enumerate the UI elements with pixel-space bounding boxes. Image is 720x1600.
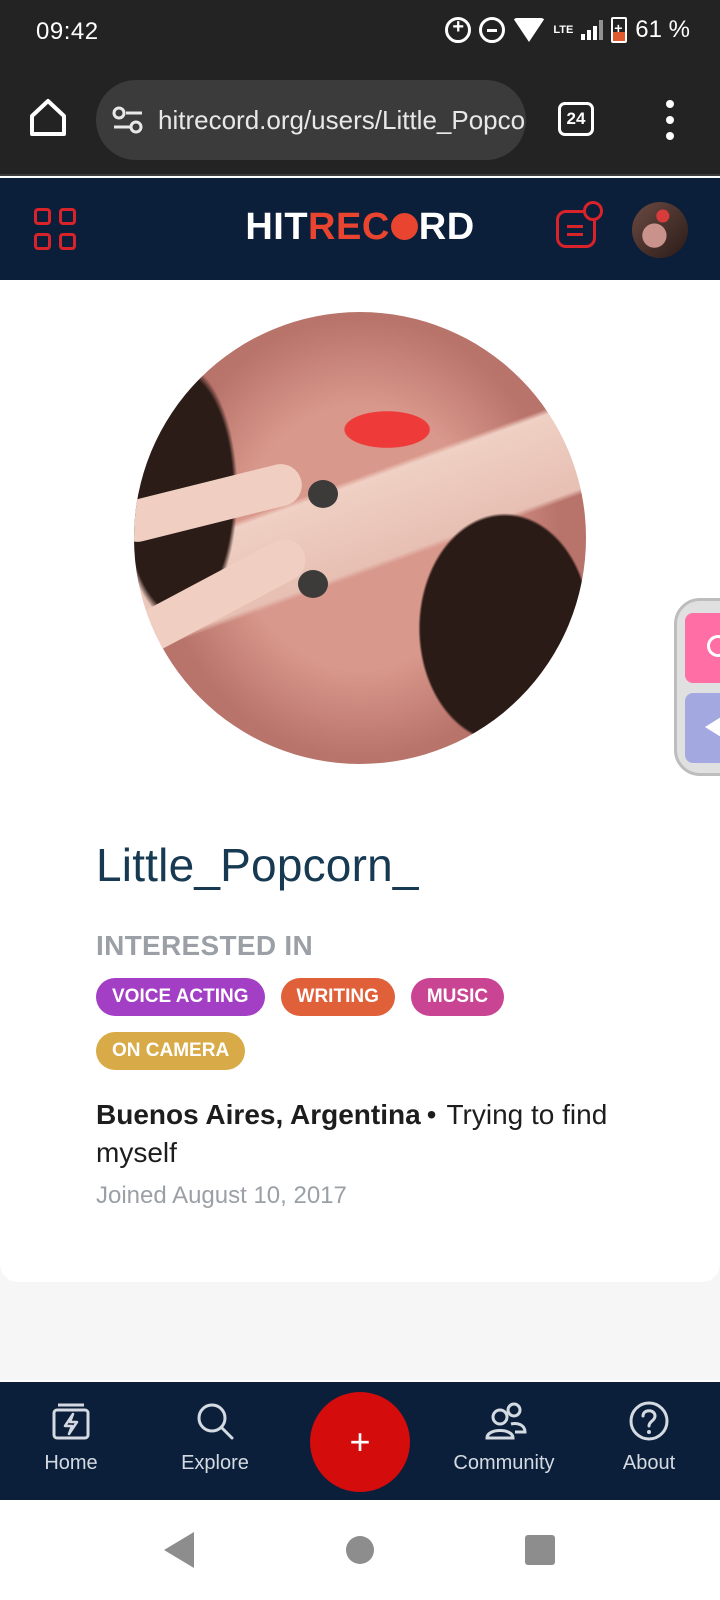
photo-detail xyxy=(134,531,313,659)
dnd-icon xyxy=(479,17,506,43)
zoom-icon[interactable] xyxy=(685,613,720,683)
tag-voice-acting[interactable]: VOICE ACTING xyxy=(96,978,265,1016)
username: Little_Popcorn_ xyxy=(96,839,419,891)
logo-part-rd: RD xyxy=(418,206,475,248)
site-header: HITREC RD xyxy=(0,178,720,280)
nav-label: Home xyxy=(44,1452,98,1474)
separator: • xyxy=(426,1099,437,1130)
notifications-icon[interactable] xyxy=(556,201,603,248)
home-icon[interactable] xyxy=(26,96,70,140)
interests-heading: INTERESTED IN xyxy=(96,930,314,961)
network-type: LTE xyxy=(553,24,574,36)
photo-detail xyxy=(298,570,328,598)
system-recents-icon[interactable] xyxy=(525,1535,555,1565)
help-icon xyxy=(628,1400,670,1442)
joined-date: Joined August 10, 2017 xyxy=(96,1182,347,1209)
logo-part-rec: REC xyxy=(308,206,390,248)
nav-home[interactable]: Home xyxy=(1,1400,141,1475)
nav-about[interactable]: About xyxy=(579,1400,719,1475)
home-bolt-icon xyxy=(50,1400,92,1442)
signal-icon xyxy=(581,20,604,40)
logo-part-hit: HIT xyxy=(245,206,309,248)
sync-icon xyxy=(445,16,472,43)
system-nav-bar xyxy=(0,1500,720,1600)
community-icon xyxy=(483,1400,527,1442)
address-bar[interactable]: hitrecord.org/users/Little_Popcorn_ xyxy=(96,80,526,160)
floating-widget[interactable] xyxy=(674,598,720,776)
logo-dot-icon xyxy=(390,213,418,240)
tabs-icon[interactable]: 24 xyxy=(558,102,594,136)
status-time: 09:42 xyxy=(36,18,99,45)
battery-level: 61 % xyxy=(635,16,690,43)
status-icons: LTE 61 % xyxy=(445,16,690,44)
wifi-icon xyxy=(513,18,546,42)
search-icon xyxy=(194,1400,236,1442)
logo[interactable]: HITREC RD xyxy=(0,206,720,249)
photo-detail xyxy=(134,459,307,547)
add-record-button[interactable]: + xyxy=(310,1392,410,1492)
avatar[interactable] xyxy=(632,202,688,258)
profile-bio: Buenos Aires, Argentina • Trying to find m… xyxy=(96,1096,616,1172)
profile-photo xyxy=(134,312,586,764)
browser-toolbar: hitrecord.org/users/Little_Popcorn_ 24 xyxy=(0,64,720,176)
nav-label: Community xyxy=(453,1452,555,1474)
tag-writing[interactable]: WRITING xyxy=(280,978,395,1016)
tag-on-camera[interactable]: ON CAMERA xyxy=(96,1032,246,1070)
back-arrow-icon[interactable] xyxy=(685,693,720,763)
nav-explore[interactable]: Explore xyxy=(145,1400,285,1475)
system-home-icon[interactable] xyxy=(346,1536,374,1564)
nav-label: Explore xyxy=(181,1452,249,1474)
location: Buenos Aires, Argentina xyxy=(96,1099,421,1130)
photo-detail xyxy=(308,480,338,508)
interest-tags: VOICE ACTING WRITING MUSIC ON CAMERA xyxy=(96,978,616,1070)
url-text[interactable]: hitrecord.org/users/Little_Popcorn_ xyxy=(158,105,526,136)
nav-community[interactable]: Community xyxy=(434,1400,574,1475)
status-bar: 09:42 LTE 61 % xyxy=(0,0,720,64)
tag-music[interactable]: MUSIC xyxy=(410,978,505,1016)
more-vert-icon[interactable] xyxy=(660,100,680,140)
battery-icon xyxy=(611,17,628,43)
tune-icon[interactable] xyxy=(112,106,144,134)
system-back-icon[interactable] xyxy=(164,1532,194,1568)
nav-label: About xyxy=(622,1452,676,1474)
